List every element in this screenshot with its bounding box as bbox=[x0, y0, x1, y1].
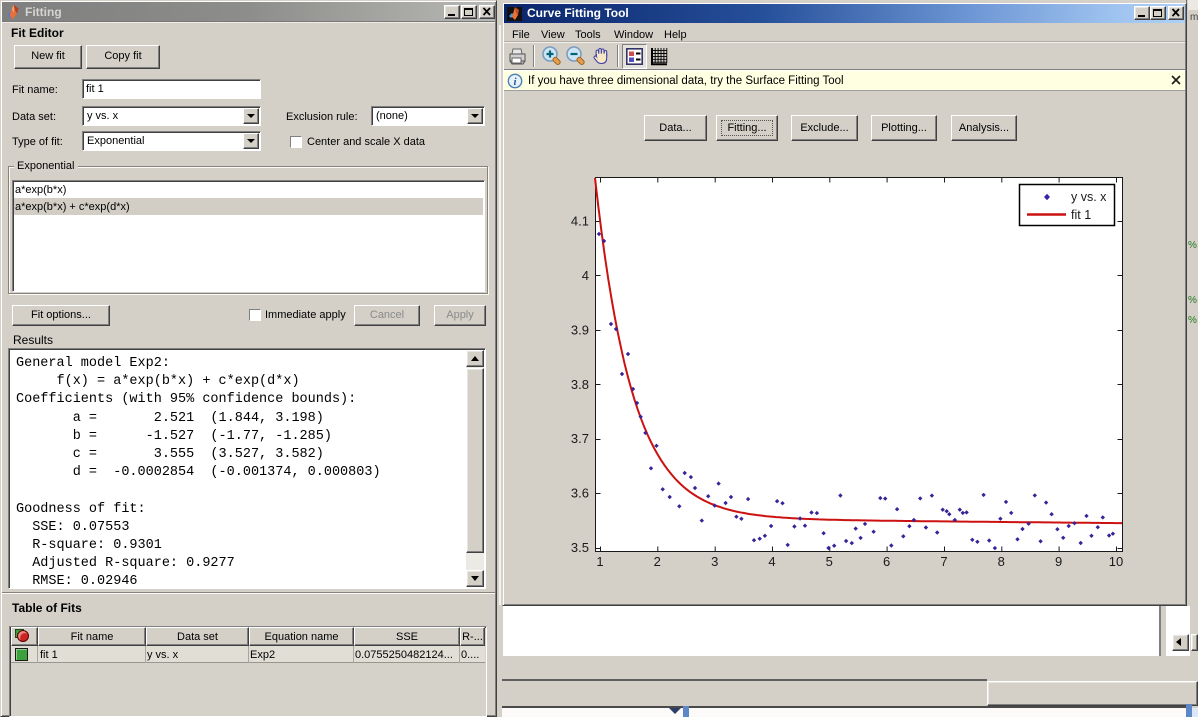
svg-text:9: 9 bbox=[1055, 554, 1062, 569]
svg-text:3.5: 3.5 bbox=[571, 540, 589, 555]
svg-text:3: 3 bbox=[711, 554, 718, 569]
svg-text:3.8: 3.8 bbox=[571, 377, 589, 392]
svg-text:y vs. x: y vs. x bbox=[1071, 190, 1107, 204]
svg-text:8: 8 bbox=[998, 554, 1005, 569]
svg-text:2: 2 bbox=[654, 554, 661, 569]
svg-text:10: 10 bbox=[1109, 554, 1123, 569]
svg-text:1: 1 bbox=[596, 554, 603, 569]
svg-text:5: 5 bbox=[826, 554, 833, 569]
svg-text:fit 1: fit 1 bbox=[1071, 208, 1091, 222]
svg-text:7: 7 bbox=[940, 554, 947, 569]
svg-text:3.6: 3.6 bbox=[571, 486, 589, 501]
svg-text:4.1: 4.1 bbox=[571, 214, 589, 229]
svg-text:4: 4 bbox=[768, 554, 775, 569]
svg-text:6: 6 bbox=[883, 554, 890, 569]
svg-text:4: 4 bbox=[582, 268, 589, 283]
svg-text:3.7: 3.7 bbox=[571, 431, 589, 446]
svg-text:3.9: 3.9 bbox=[571, 322, 589, 337]
